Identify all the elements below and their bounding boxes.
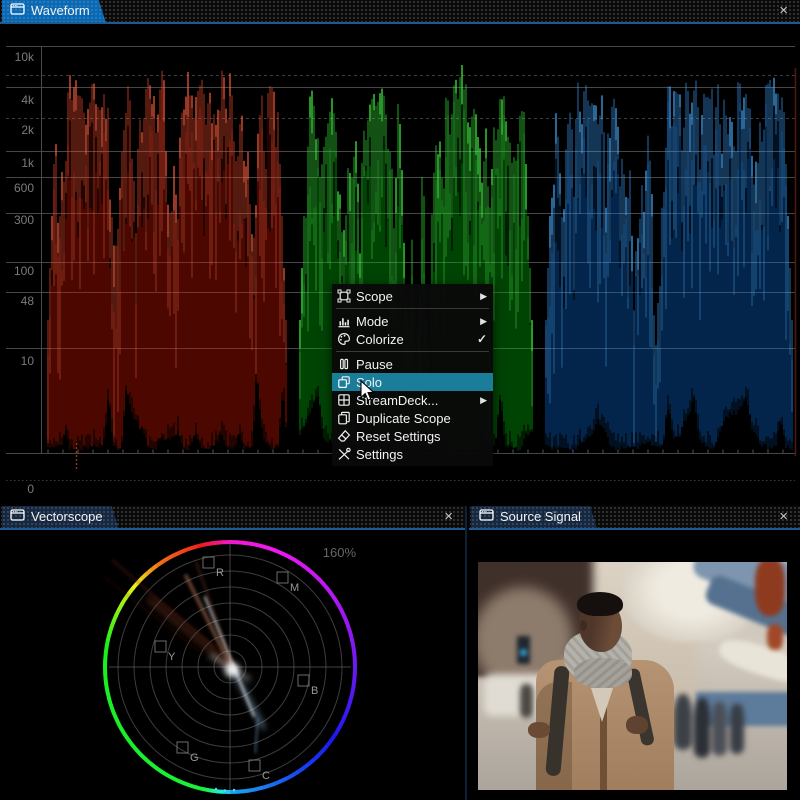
y-axis-label: 1k [21,156,35,170]
photo-pedestrian [674,694,692,750]
target-box-g [176,741,189,754]
duplicate-icon [336,411,352,425]
y-axis-label: 300 [14,213,34,227]
vectorscope-gain-label: 160% [323,545,357,560]
vectorscope-graticule [109,544,351,790]
menu-item-label: Scope [356,288,393,304]
target-label-b: B [311,685,318,697]
source-signal-close-button[interactable]: × [776,506,791,528]
palette-icon [336,332,352,346]
photo-pedestrian [712,702,727,756]
grid-icon [336,393,352,407]
target-box-m [276,571,289,584]
submenu-arrow-icon: ▶ [480,394,487,405]
menu-item-colorize[interactable]: Colorize ✓ [332,330,493,348]
source-signal-title: Source Signal [500,509,581,524]
menu-item-label: StreamDeck... [356,392,439,408]
menu-item-label: Settings [356,446,403,462]
vectorscope-hue-ring [102,539,358,795]
source-signal-titlebar[interactable]: Source Signal × [469,506,800,530]
waveform-trace-red [46,70,288,451]
vectorscope-tab[interactable]: Vectorscope [2,506,119,528]
vectorscope-scope: R M Y B G C 160% [102,539,358,795]
menu-item-streamdeck[interactable]: StreamDeck... ▶ [332,391,493,409]
photo-red-banner [755,562,785,616]
photo-man-hand [626,716,648,734]
photo-man-ear [580,620,587,631]
vectorscope-title: Vectorscope [31,509,103,524]
eraser-icon [336,429,352,443]
photo-pedestrian [520,684,533,718]
target-box-c [248,759,261,772]
menu-separator [336,351,489,352]
target-box-r [202,556,215,569]
photo-red-accent [767,624,783,650]
y-axis-label: 10 [21,354,35,368]
window-icon [479,506,494,528]
menu-item-reset-settings[interactable]: Reset Settings [332,427,493,445]
menu-item-label: Mode [356,313,389,329]
menu-item-label: Colorize [356,331,404,347]
y-axis-label: 4k [21,93,35,107]
menu-item-solo[interactable]: Solo [332,373,493,391]
menu-item-scope[interactable]: Scope ▶ [332,287,493,305]
y-axis-label: 0 [27,482,34,496]
photo-man-scarf [574,658,632,688]
vectorscope-trace [103,558,266,792]
target-label-r: R [216,567,224,579]
photo-pedestrian [730,704,744,754]
target-label-m: M [290,582,299,594]
source-video-frame [478,562,787,790]
window-icon [10,506,25,528]
submenu-arrow-icon: ▶ [480,290,487,301]
scope-icon [336,289,352,303]
target-label-g: G [190,752,199,764]
window-icon [10,0,25,22]
video-scopes-app: { "colors": { "active_tab": "#0b68b2", "… [0,0,800,800]
target-label-y: Y [168,651,176,663]
target-box-y [154,640,167,653]
y-axis-label: 10k [15,50,35,64]
tools-icon [336,447,352,461]
waveform-title: Waveform [31,3,90,18]
vectorscope-targets: R M Y B G C [154,556,318,782]
y-axis-label: 48 [21,294,35,308]
submenu-arrow-icon: ▶ [480,315,487,326]
menu-item-label: Solo [356,374,383,390]
photo-man-hand [528,722,550,738]
menu-item-duplicate-scope[interactable]: Duplicate Scope [332,409,493,427]
waveform-tab[interactable]: Waveform [2,0,106,22]
menu-item-pause[interactable]: Pause [332,355,493,373]
menu-item-mode[interactable]: Mode ▶ [332,312,493,330]
target-label-c: C [262,770,270,782]
menu-item-settings[interactable]: Settings [332,445,493,463]
photo-traffic-light-lamp [520,649,527,656]
vectorscope-panel: R M Y B G C 160% Vectorscope × [0,506,467,800]
vectorscope-titlebar[interactable]: Vectorscope × [0,506,465,530]
pause-icon [336,357,352,371]
photo-man-hair [577,592,623,616]
checkmark-icon: ✓ [476,332,487,346]
bar-chart-icon [336,314,352,328]
solo-window-icon [336,375,352,389]
menu-separator [336,308,489,309]
waveform-titlebar[interactable]: Waveform × [0,0,800,24]
waveform-close-button[interactable]: × [776,0,791,22]
waveform-trace-blue [544,77,794,451]
target-box-b [297,674,310,687]
y-axis-label: 100 [14,264,34,278]
menu-item-label: Reset Settings [356,428,441,444]
photo-pedestrian [694,698,710,758]
y-axis-label: 600 [14,181,34,195]
source-signal-tab[interactable]: Source Signal [471,506,597,528]
menu-item-label: Pause [356,356,393,372]
y-axis-label: 2k [21,123,35,137]
menu-item-label: Duplicate Scope [356,410,451,426]
source-signal-panel: Source Signal × [469,506,800,800]
vectorscope-close-button[interactable]: × [441,506,456,528]
context-menu: Scope ▶ Mode ▶ Colorize ✓ Pause Solo StreamDeck.… [332,284,493,466]
